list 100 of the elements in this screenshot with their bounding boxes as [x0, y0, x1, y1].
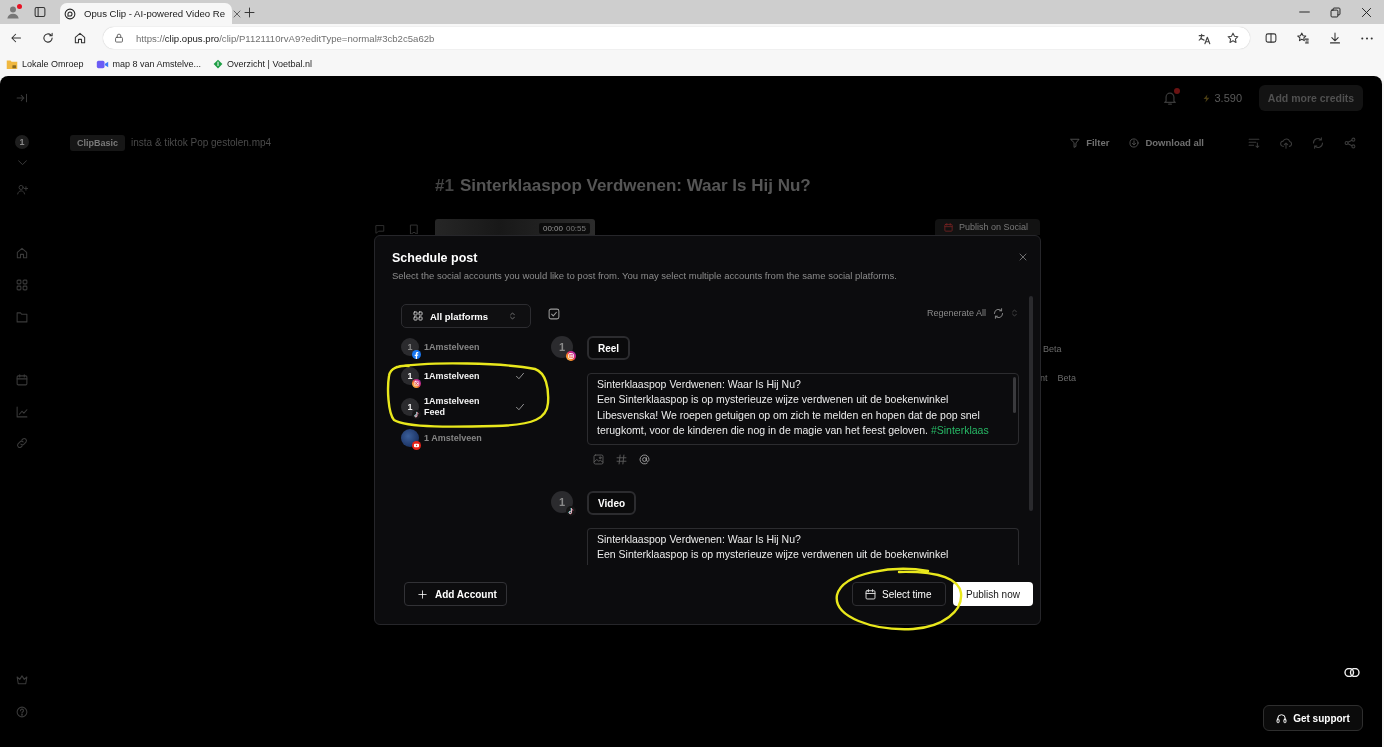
account-item[interactable]: 1 1Amstelveen Feed: [401, 396, 531, 418]
account-item[interactable]: 1 1Amstelveen: [401, 367, 531, 385]
notification-dot: [17, 4, 22, 9]
youtube-icon: [412, 441, 421, 450]
count-badge: 1: [15, 135, 29, 149]
translate-icon[interactable]: [1198, 31, 1211, 45]
refresh-icon: [993, 307, 1004, 319]
line-chart-icon[interactable]: [16, 406, 28, 418]
format-button[interactable]: Video: [587, 491, 637, 515]
close-icon[interactable]: [1019, 253, 1027, 261]
updown-chevron-icon[interactable]: [1012, 309, 1017, 317]
help-icon[interactable]: [16, 706, 28, 718]
calendar-icon[interactable]: [16, 374, 28, 386]
clip-title: Sinterklaaspop Verdwenen: Waar Is Hij Nu?: [459, 176, 811, 196]
account-item[interactable]: 1 1Amstelveen: [401, 338, 531, 356]
time-badge: 00:00 00:55: [538, 223, 590, 234]
add-account-button[interactable]: Add Account: [404, 582, 507, 606]
crown-icon[interactable]: [16, 674, 28, 686]
bookmark-item[interactable]: Overzicht | Voetbal.nl: [213, 59, 312, 69]
address-bar[interactable]: https://clip.opus.pro/clip/P1121110rvA9?editType=normal#3cb2c5a62b: [103, 27, 1250, 49]
cloud-upload-icon[interactable]: [1280, 136, 1292, 149]
dialog-subtitle: Select the social accounts you would like to post from. You may select multiple accounts from the same social platforms.: [392, 269, 897, 282]
grid-icon[interactable]: [16, 279, 28, 291]
new-tab-icon[interactable]: [244, 6, 255, 18]
more-icon[interactable]: [1361, 36, 1373, 40]
regenerate-button[interactable]: Regenerate All: [926, 307, 1004, 319]
platform-dropdown[interactable]: All platforms: [401, 304, 531, 328]
window-icon[interactable]: [34, 6, 46, 18]
facebook-icon: [412, 350, 421, 359]
chevron-down-icon[interactable]: [17, 160, 27, 165]
diamond-icon: [213, 59, 224, 69]
checkbox[interactable]: [548, 308, 560, 320]
get-support-button[interactable]: Get support: [1263, 705, 1363, 731]
download-icon: [1129, 137, 1140, 148]
avatar: 1: [551, 336, 573, 358]
logo-icon: [64, 7, 76, 20]
favorites-icon[interactable]: [1297, 32, 1309, 44]
publish-now-button[interactable]: Publish now: [953, 582, 1033, 606]
list-download-icon[interactable]: [1248, 136, 1260, 149]
hashtag-icon[interactable]: [616, 454, 627, 465]
avatar: 1: [551, 491, 573, 513]
account-item[interactable]: 1 Amstelveen: [401, 429, 531, 447]
file-name: insta & tiktok Pop gestolen.mp4: [131, 137, 272, 148]
plus-icon: [418, 589, 427, 599]
lightning-icon: [1203, 92, 1211, 104]
filter-button[interactable]: Filter: [1070, 137, 1110, 148]
grid-icon: [413, 311, 423, 321]
dialog-title: Schedule post: [392, 250, 478, 266]
image-icon[interactable]: [593, 454, 604, 465]
tiktok-icon: [566, 506, 576, 516]
user-plus-icon[interactable]: [16, 184, 28, 195]
bookmark-icon[interactable]: [408, 224, 420, 234]
check-icon: [516, 404, 524, 410]
publish-on-social-button[interactable]: Publish on Social: [935, 219, 1040, 235]
headset-icon: [1276, 712, 1288, 724]
avatar-image: [401, 429, 419, 447]
back-icon[interactable]: [10, 32, 22, 44]
option-label: nt: [1040, 372, 1048, 384]
hashtag-link[interactable]: #Sinterklaas: [930, 423, 989, 436]
bell-icon[interactable]: [1163, 91, 1178, 105]
comment-icon[interactable]: [374, 224, 386, 234]
link-icon[interactable]: [1344, 668, 1360, 677]
beta-label: Beta: [1043, 343, 1062, 355]
download-all-button[interactable]: Download all: [1129, 137, 1204, 148]
share-icon[interactable]: [1344, 136, 1356, 149]
split-screen-icon[interactable]: [1265, 32, 1277, 44]
at-sign-icon[interactable]: [639, 454, 650, 465]
bookmark-item[interactable]: Lokale Omroep: [6, 58, 84, 70]
tiktok-icon: [412, 410, 421, 419]
lock-icon[interactable]: [114, 33, 124, 43]
calendar-icon: [944, 222, 953, 232]
credits-count: 3.590: [1214, 92, 1242, 104]
select-time-button[interactable]: Select time: [852, 582, 946, 606]
home-icon[interactable]: [74, 32, 86, 44]
check-icon: [516, 373, 524, 379]
url-text: https://clip.opus.pro/clip/P1121110rvA9?editType=normal#3cb2c5a62b: [136, 32, 435, 44]
refresh-icon[interactable]: [42, 32, 54, 44]
video-camera-icon: [95, 58, 109, 70]
star-icon[interactable]: [1227, 32, 1239, 44]
scrollbar-thumb[interactable]: [1013, 377, 1016, 413]
arrow-bar-icon[interactable]: [16, 92, 28, 104]
caption-field[interactable]: Sinterklaaspop Verdwenen: Waar Is Hij Nu? Een Sinterklaaspop is op mysterieuze wijze verdwenen uit de boekenwinkel: [587, 528, 1019, 565]
notification-dot: [1174, 88, 1181, 94]
instagram-icon: [566, 351, 576, 361]
close-icon[interactable]: [1361, 6, 1372, 18]
minimize-icon[interactable]: [1299, 11, 1310, 13]
avatar: 1: [401, 338, 419, 356]
bookmark-item[interactable]: map 8 van Amstelve...: [95, 58, 202, 70]
plan-tag: ClipBasic: [70, 134, 125, 151]
updown-chevron-icon: [510, 312, 515, 320]
instagram-icon: [412, 379, 421, 388]
format-button[interactable]: Reel: [587, 336, 631, 360]
filter-icon: [1070, 137, 1081, 148]
clip-number: #1: [435, 176, 454, 196]
restore-icon[interactable]: [1330, 6, 1341, 18]
calendar-icon: [865, 588, 876, 600]
profile-icon[interactable]: [6, 5, 20, 19]
download-icon[interactable]: [1329, 32, 1341, 44]
folder-icon[interactable]: [16, 311, 28, 323]
caption-field[interactable]: Sinterklaaspop Verdwenen: Waar Is Hij Nu? Een Sinterklaaspop is op mysterieuze wijze verdwenen uit de boekenwinkel Libesvenska! We roepen getuigen op om zich te melden en hopen dat de pop snel terugkomt, voor de kinderen die nog in de magie van het feest geloven. #Sinterklaas: [587, 373, 1019, 445]
